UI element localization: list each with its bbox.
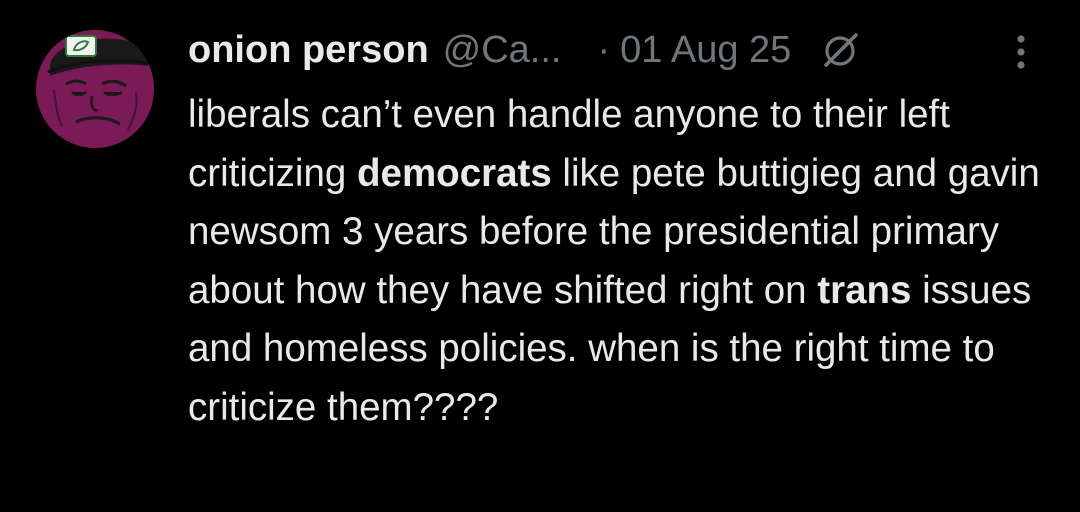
grok-icon[interactable] — [821, 30, 861, 70]
avatar[interactable] — [36, 30, 154, 148]
onion-character-icon — [36, 30, 154, 148]
post-date[interactable]: 01 Aug 25 — [620, 29, 791, 72]
post[interactable]: onion person @Ca... · 01 Aug 25 liberals… — [0, 0, 1080, 512]
author-handle[interactable]: @Ca... — [443, 29, 562, 72]
post-header: onion person @Ca... · 01 Aug 25 — [188, 20, 861, 80]
post-text-bold-democrats: democrats — [357, 151, 552, 195]
post-text: liberals can’t even handle anyone to the… — [188, 86, 1068, 437]
header-separator: · — [597, 28, 611, 71]
more-vertical-icon[interactable] — [1006, 30, 1036, 74]
post-text-bold-trans: trans — [817, 268, 912, 312]
author-display-name[interactable]: onion person — [188, 29, 429, 72]
